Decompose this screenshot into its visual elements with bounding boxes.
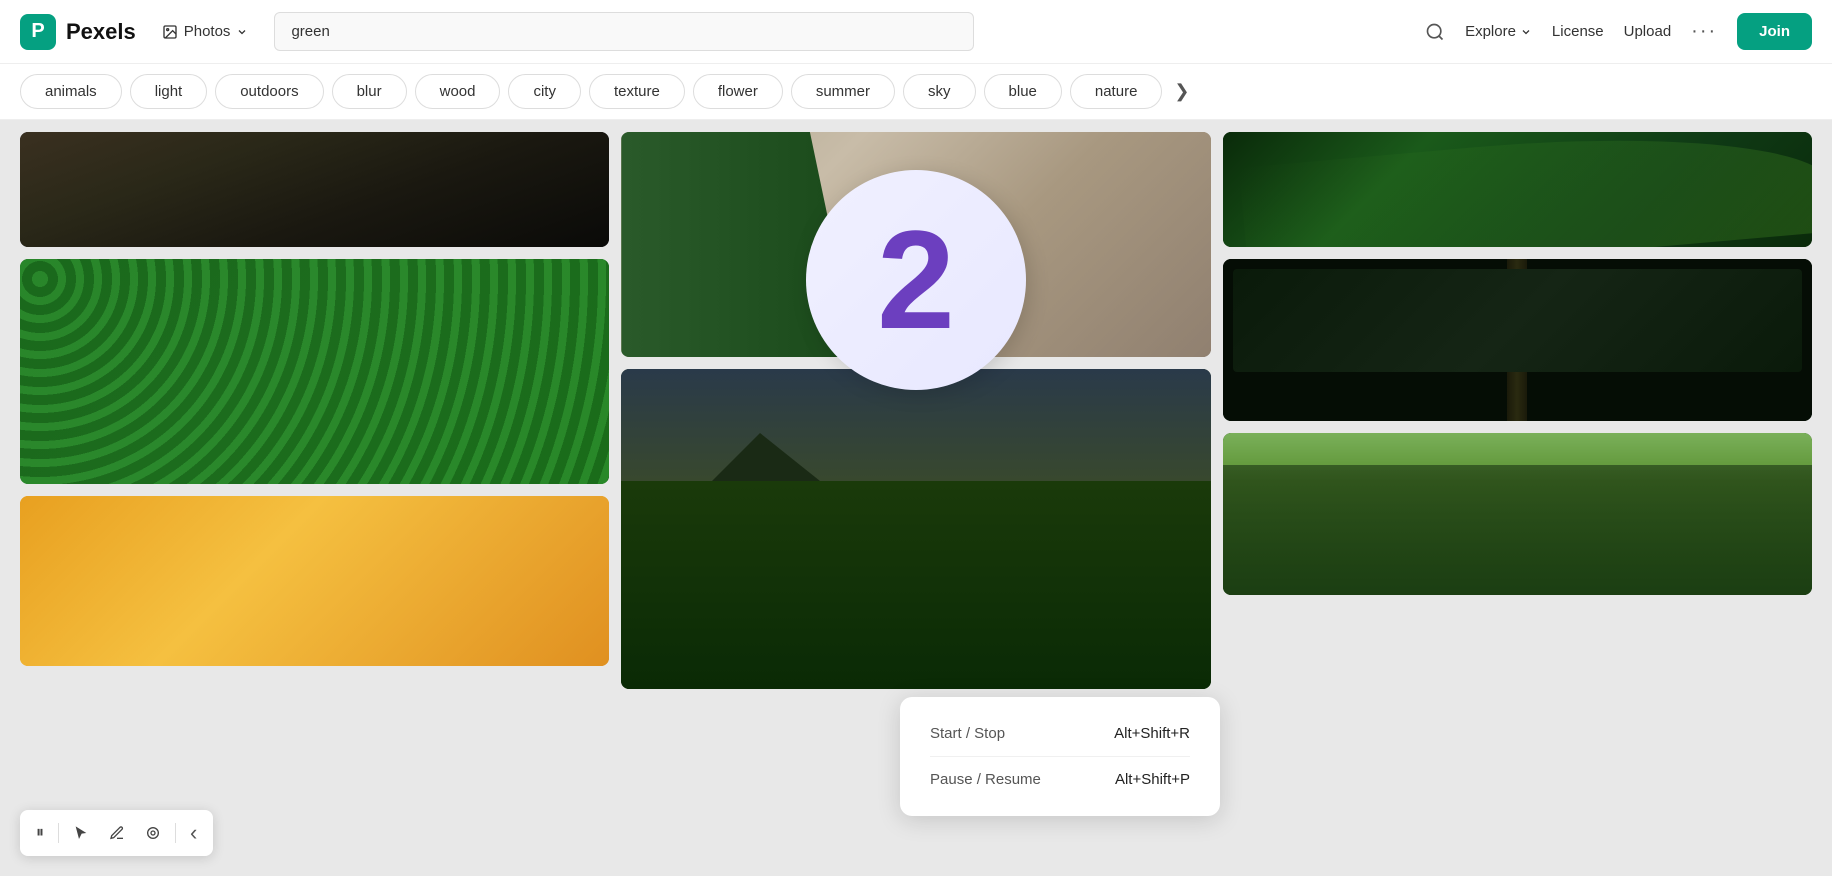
toolbar-divider-2 <box>175 823 176 843</box>
photo-card-banana-leaf[interactable] <box>1223 132 1812 247</box>
step-number: 2 <box>877 210 955 350</box>
search-bar <box>274 12 974 51</box>
pause-icon: ⏸ <box>36 824 44 842</box>
bottom-toolbar: ⏸ ‹ <box>20 810 213 856</box>
photos-icon <box>162 24 178 40</box>
photos-label: Photos <box>184 23 231 40</box>
pen-tool-icon <box>109 825 125 841</box>
tag-city[interactable]: city <box>508 74 581 109</box>
tags-next-icon: ❯ <box>1174 81 1189 101</box>
explore-button[interactable]: Explore <box>1465 23 1532 40</box>
back-icon: ‹ <box>190 820 197 846</box>
tag-flower[interactable]: flower <box>693 74 783 109</box>
photo-card-dark-sand[interactable] <box>20 132 609 247</box>
shortcut-row-pause-resume: Pause / Resume Alt+Shift+P <box>930 763 1190 796</box>
pen-tool-button[interactable] <box>103 821 131 845</box>
shortcut-start-stop-label: Start / Stop <box>930 725 1005 742</box>
shortcut-popup: Start / Stop Alt+Shift+R Pause / Resume … <box>900 697 1220 816</box>
tag-sky[interactable]: sky <box>903 74 976 109</box>
shortcut-start-stop-key: Alt+Shift+R <box>1114 725 1190 742</box>
tags-next-button[interactable]: ❯ <box>1174 81 1189 102</box>
photo-card-golden[interactable] <box>20 496 609 666</box>
main-content: 2 Start / Stop Alt+Shift+R Pause / Resum… <box>0 120 1832 876</box>
shortcut-row-start-stop: Start / Stop Alt+Shift+R <box>930 717 1190 757</box>
tag-texture[interactable]: texture <box>589 74 685 109</box>
logo-text: Pexels <box>66 19 136 45</box>
join-label: Join <box>1759 23 1790 40</box>
tags-bar: animals light outdoors blur wood city te… <box>0 64 1832 120</box>
tag-outdoors[interactable]: outdoors <box>215 74 323 109</box>
join-button[interactable]: Join <box>1737 13 1812 50</box>
more-icon: ··· <box>1691 20 1717 42</box>
license-button[interactable]: License <box>1552 23 1604 40</box>
search-icon-button[interactable] <box>1425 22 1445 42</box>
header-right: Explore License Upload ··· Join <box>1425 13 1812 50</box>
upload-label: Upload <box>1624 23 1672 40</box>
eraser-tool-icon <box>145 825 161 841</box>
more-button[interactable]: ··· <box>1691 20 1717 43</box>
tag-light[interactable]: light <box>130 74 208 109</box>
tag-summer[interactable]: summer <box>791 74 895 109</box>
chevron-down-icon <box>236 26 248 38</box>
step-number-overlay: 2 <box>806 170 1026 390</box>
search-icon <box>1425 22 1445 42</box>
search-input[interactable] <box>274 12 974 51</box>
tag-blue[interactable]: blue <box>984 74 1062 109</box>
tag-blur[interactable]: blur <box>332 74 407 109</box>
license-label: License <box>1552 23 1604 40</box>
photo-card-clover[interactable] <box>20 259 609 484</box>
pexels-logo-icon: P <box>20 14 56 50</box>
shortcut-pause-resume-label: Pause / Resume <box>930 771 1041 788</box>
tag-wood[interactable]: wood <box>415 74 501 109</box>
right-column <box>1223 132 1812 864</box>
photo-card-grass-field[interactable] <box>621 369 1210 689</box>
explore-label: Explore <box>1465 23 1516 40</box>
tag-nature[interactable]: nature <box>1070 74 1163 109</box>
back-button[interactable]: ‹ <box>184 816 203 850</box>
left-column <box>20 132 609 864</box>
photo-card-palm[interactable] <box>1223 259 1812 421</box>
explore-chevron-icon <box>1520 26 1532 38</box>
toolbar-divider-1 <box>58 823 59 843</box>
photos-dropdown-button[interactable]: Photos <box>152 17 259 46</box>
photo-card-trees[interactable] <box>1223 433 1812 595</box>
upload-button[interactable]: Upload <box>1624 23 1672 40</box>
tag-animals[interactable]: animals <box>20 74 122 109</box>
arrow-tool-icon <box>73 825 89 841</box>
shortcut-pause-resume-key: Alt+Shift+P <box>1115 771 1190 788</box>
eraser-tool-button[interactable] <box>139 821 167 845</box>
logo-area: P Pexels <box>20 14 136 50</box>
pause-button[interactable]: ⏸ <box>30 820 50 846</box>
header: P Pexels Photos Explore License Upload ·… <box>0 0 1832 64</box>
arrow-tool-button[interactable] <box>67 821 95 845</box>
